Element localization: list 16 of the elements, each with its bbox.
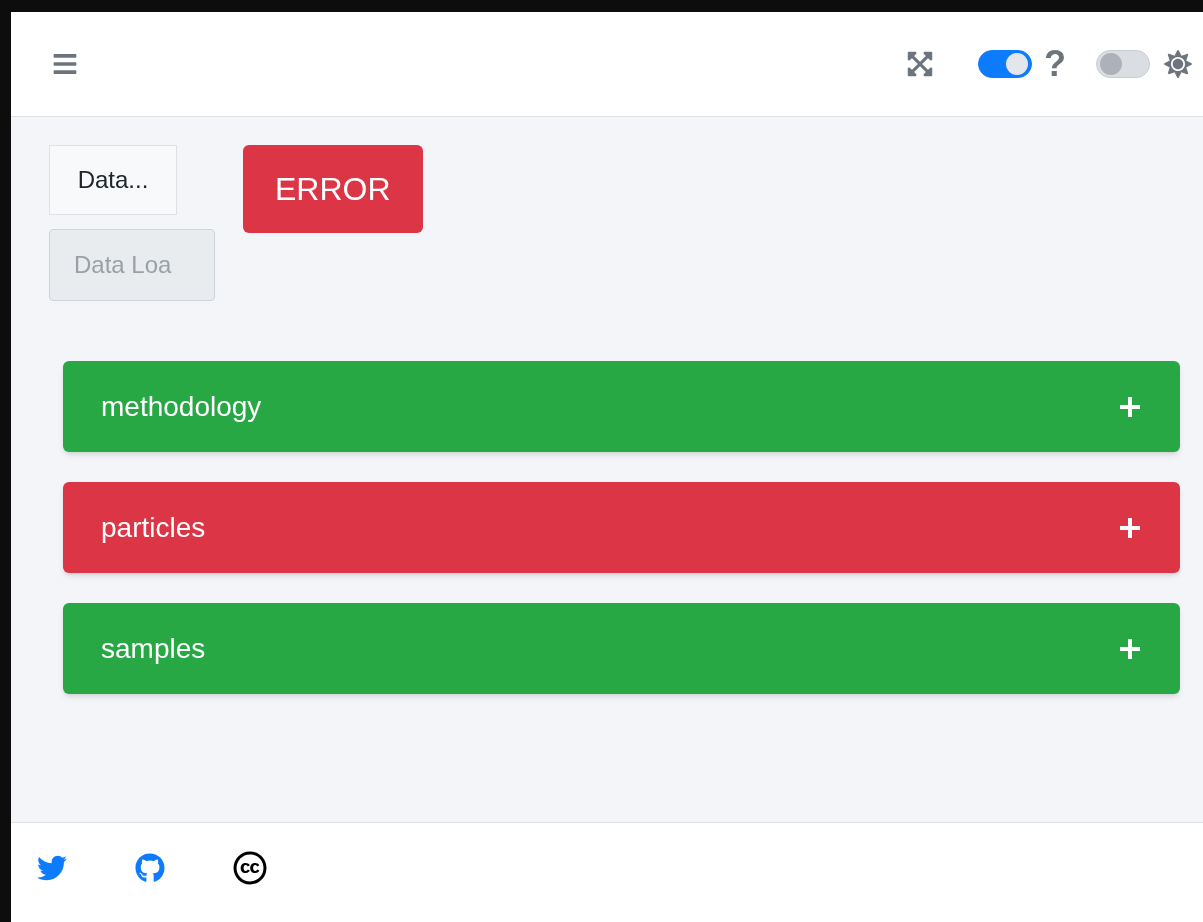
menu-icon[interactable]: [52, 51, 78, 77]
help-label[interactable]: ?: [1044, 46, 1066, 82]
toggle-switch[interactable]: [978, 50, 1032, 78]
plus-icon: [1118, 394, 1142, 419]
accordion-header[interactable]: particles: [63, 482, 1180, 573]
error-badge: ERROR: [243, 145, 423, 233]
creative-commons-icon[interactable]: [233, 850, 267, 885]
toggle-switch[interactable]: [1096, 50, 1150, 78]
data-button[interactable]: Data...: [49, 145, 177, 215]
plus-icon: [1118, 636, 1142, 661]
sun-icon[interactable]: [1164, 50, 1192, 78]
plus-icon: [1118, 515, 1142, 540]
accordion-header[interactable]: samples: [63, 603, 1180, 694]
fullscreen-icon[interactable]: [906, 50, 934, 78]
accordion-header[interactable]: methodology: [63, 361, 1180, 452]
github-icon[interactable]: [135, 852, 165, 883]
